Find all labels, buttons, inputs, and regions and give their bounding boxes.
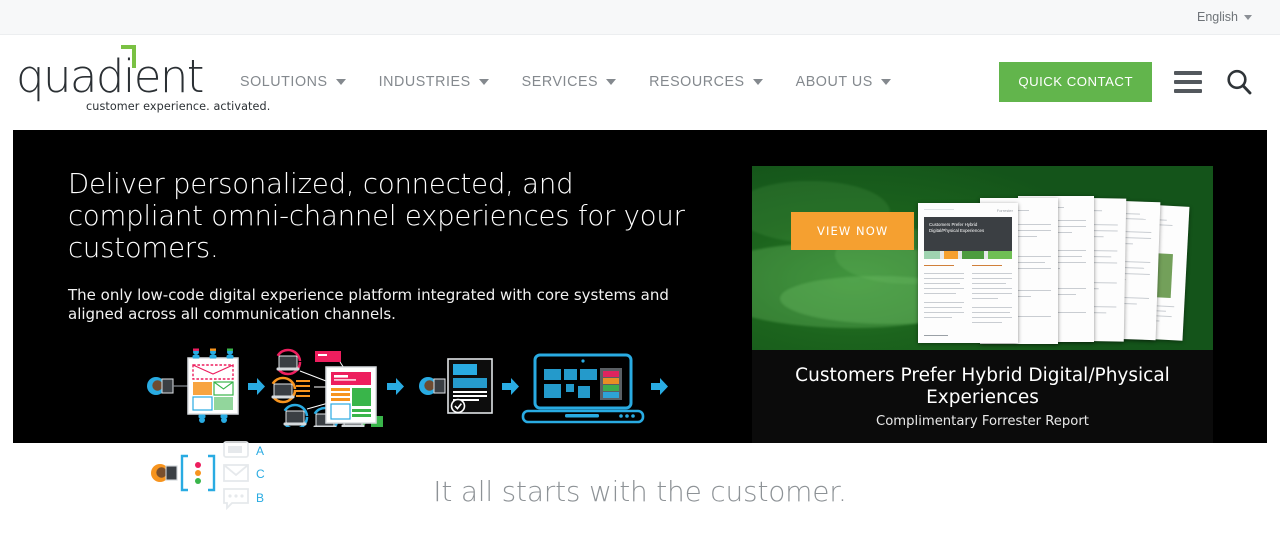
promo-caption: Customers Prefer Hybrid Digital/Physical…	[752, 350, 1213, 429]
nav-label: ABOUT US	[795, 74, 873, 90]
quick-contact-button[interactable]: QUICK CONTACT	[999, 62, 1152, 102]
nav-item-services[interactable]: SERVICES	[521, 74, 617, 90]
language-selector[interactable]: English	[1197, 10, 1252, 24]
nav-label: RESOURCES	[649, 74, 745, 90]
document-stack: Forrester Customers Prefer Hybrid Digita…	[918, 195, 1190, 345]
chevron-down-icon	[752, 79, 763, 85]
promo-subtitle: Complimentary Forrester Report	[876, 413, 1089, 429]
chevron-down-icon	[335, 79, 346, 85]
top-utility-bar: English	[0, 0, 1280, 35]
document-title: Customers Prefer Hybrid Digital/Physical…	[929, 222, 985, 233]
promo-image: VIEW NOW Forrester Customers Prefer Hybr…	[752, 166, 1213, 350]
hero-heading: Deliver personalized, connected, and com…	[68, 168, 685, 265]
hero-subheading: The only low-code digital experience pla…	[68, 285, 669, 324]
document-brand: Forrester	[996, 208, 1013, 213]
logo-wordmark: quadient	[16, 44, 204, 99]
nav-item-about-us[interactable]: ABOUT US	[796, 74, 891, 90]
chevron-down-icon	[606, 79, 617, 85]
promo-card[interactable]: VIEW NOW Forrester Customers Prefer Hybr…	[752, 166, 1213, 443]
nav-item-resources[interactable]: RESOURCES	[649, 74, 763, 90]
logo-bracket-icon	[121, 44, 136, 68]
hamburger-menu-icon[interactable]	[1174, 70, 1202, 93]
quadient-logo[interactable]: quadient customer experience. activated.	[16, 44, 270, 113]
channel-label-b: B	[256, 491, 264, 505]
header-actions: QUICK CONTACT	[999, 62, 1254, 102]
main-navigation: SOLUTIONS INDUSTRIES SERVICES RESOURCES …	[240, 74, 891, 90]
chevron-down-icon	[478, 79, 489, 85]
logo-word-text: quadient	[16, 49, 204, 103]
chevron-down-icon	[1244, 14, 1252, 20]
hero-content: Deliver personalized, connected, and com…	[13, 130, 753, 511]
nav-item-solutions[interactable]: SOLUTIONS	[240, 74, 346, 90]
site-header: quadient customer experience. activated.…	[0, 35, 1280, 130]
search-icon[interactable]	[1224, 67, 1254, 97]
omni-channel-journey-diagram: A C B	[140, 345, 753, 514]
nav-label: INDUSTRIES	[378, 74, 471, 90]
channel-label-c: C	[256, 467, 265, 481]
view-now-button[interactable]: VIEW NOW	[791, 212, 915, 250]
nav-label: SOLUTIONS	[240, 74, 328, 90]
nav-item-industries[interactable]: INDUSTRIES	[379, 74, 489, 90]
document-cover-page: Forrester Customers Prefer Hybrid Digita…	[918, 203, 1018, 343]
chevron-down-icon	[880, 79, 891, 85]
hero-banner: Deliver personalized, connected, and com…	[13, 130, 1267, 511]
nav-label: SERVICES	[521, 74, 599, 90]
channel-label-a: A	[256, 444, 264, 458]
language-label: English	[1197, 10, 1238, 24]
promo-title: Customers Prefer Hybrid Digital/Physical…	[795, 365, 1170, 408]
